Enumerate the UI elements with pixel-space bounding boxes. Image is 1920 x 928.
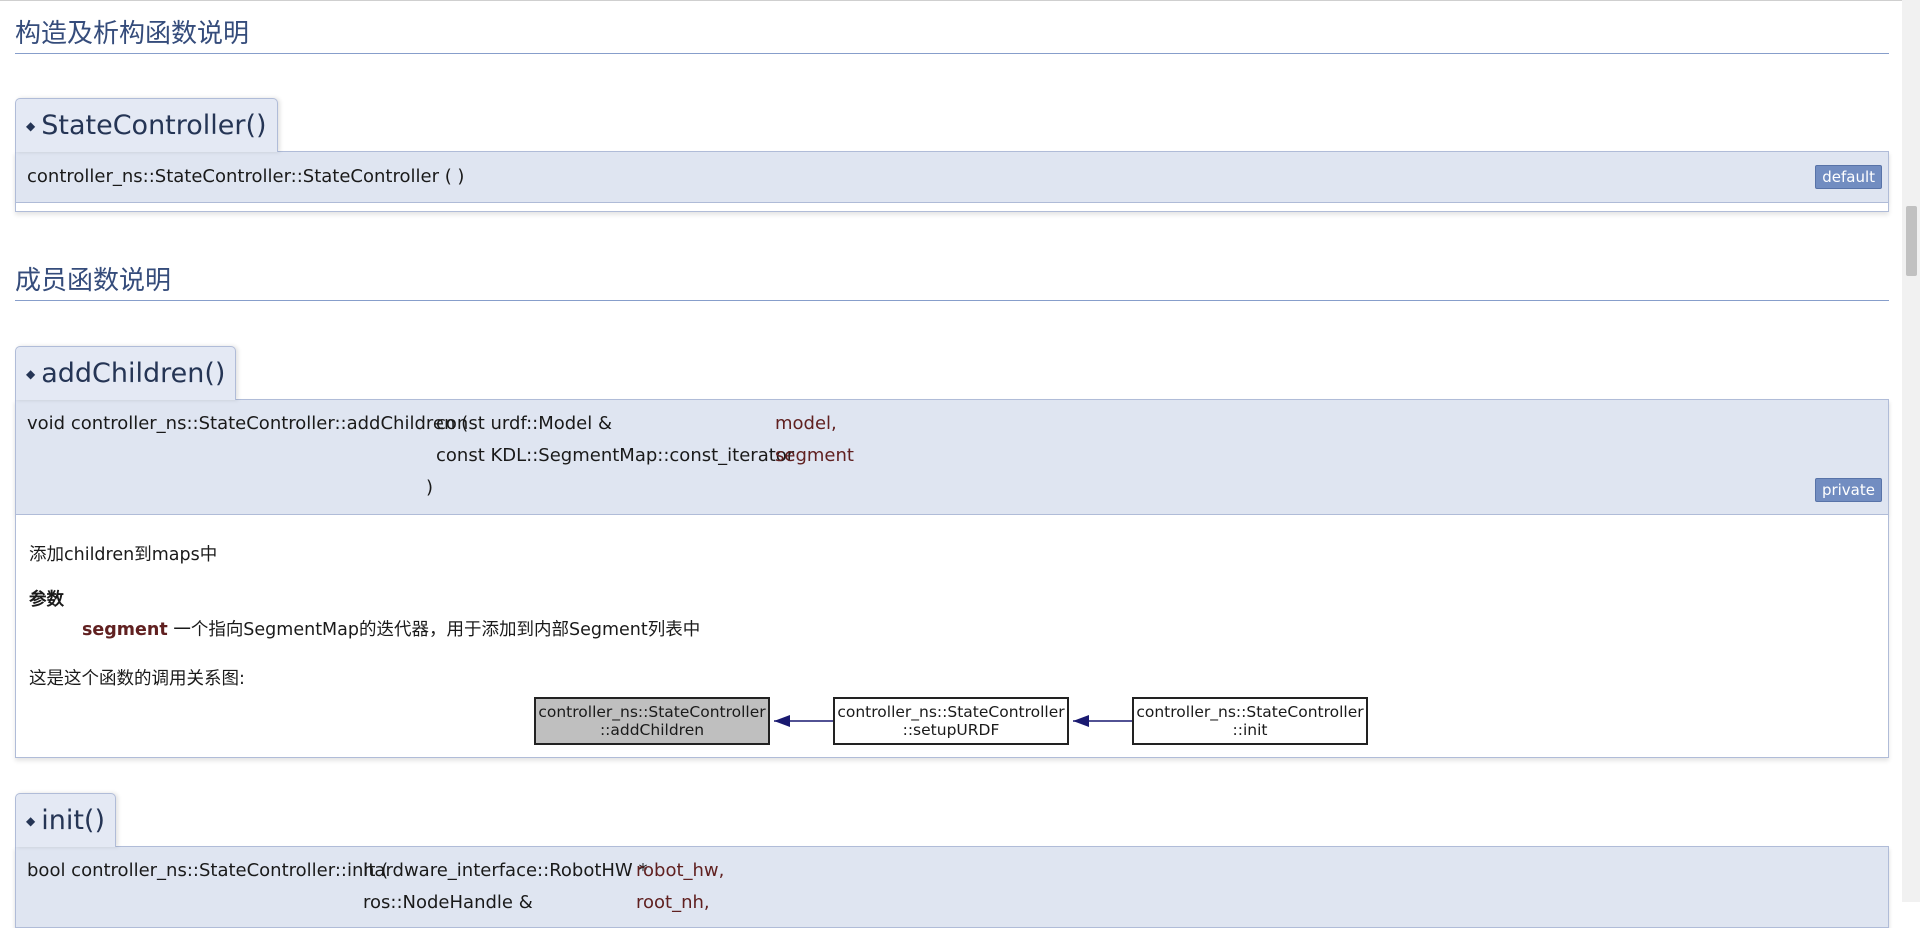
badge-private: private <box>1814 478 1882 502</box>
arg2-name: segment <box>775 445 854 466</box>
bullet-icon: ◆ <box>26 814 36 828</box>
bullet-icon: ◆ <box>26 367 36 381</box>
tab-init[interactable]: ◆ init() <box>15 793 117 847</box>
tab-label: addChildren() <box>41 358 226 389</box>
arg2-type: ros::NodeHandle & <box>363 892 539 913</box>
arrow-icon <box>1073 715 1089 727</box>
arg2-name: root_nh, <box>636 892 710 913</box>
proto-statecontroller: controller_ns::StateController::StateCon… <box>15 151 1889 203</box>
call-graph: controller_ns::StateController ::addChil… <box>534 695 1368 749</box>
doc-statecontroller <box>15 203 1889 212</box>
arg1-name: robot_hw, <box>636 860 725 881</box>
node-line: ::setupURDF <box>902 721 1000 739</box>
tab-label: init() <box>41 805 106 836</box>
doc-addchildren: 添加children到maps中 参数 segment 一个指向SegmentM… <box>15 515 1889 758</box>
node-line: controller_ns::StateController <box>1136 703 1364 721</box>
tab-label: StateController() <box>41 110 267 141</box>
node-line: ::init <box>1232 721 1268 739</box>
vertical-scrollbar[interactable] <box>1902 0 1920 902</box>
node-init[interactable]: controller_ns::StateController ::init <box>1132 697 1368 745</box>
params-title: 参数 <box>29 590 64 610</box>
brief-text: 添加children到maps中 <box>29 545 218 565</box>
node-addchildren[interactable]: controller_ns::StateController ::addChil… <box>534 697 770 745</box>
top-border <box>0 0 1902 1</box>
proto-addchildren: void controller_ns::StateController::add… <box>15 399 1889 515</box>
param-row: segment 一个指向SegmentMap的迭代器，用于添加到内部Segmen… <box>82 616 700 641</box>
proto-init: bool controller_ns::StateController::ini… <box>15 846 1889 928</box>
arg1-type: const urdf::Model & <box>436 413 618 434</box>
arg1-type: hardware_interface::RobotHW * <box>363 860 654 881</box>
tab-addchildren[interactable]: ◆ addChildren() <box>15 346 237 400</box>
node-line: ::addChildren <box>599 721 705 739</box>
arrow-icon <box>774 715 790 727</box>
proto-close: ) <box>426 477 434 498</box>
node-line: controller_ns::StateController <box>538 703 766 721</box>
callgraph-label: 这是这个函数的调用关系图: <box>29 669 245 689</box>
section-title-ctor: 构造及析构函数说明 <box>15 17 1889 54</box>
node-line: controller_ns::StateController <box>837 703 1065 721</box>
proto-head: void controller_ns::StateController::add… <box>27 413 474 434</box>
node-setupurdf[interactable]: controller_ns::StateController ::setupUR… <box>833 697 1069 745</box>
param-desc: 一个指向SegmentMap的迭代器，用于添加到内部Segment列表中 <box>167 620 701 640</box>
badge-default: default <box>1815 165 1882 189</box>
proto-head: bool controller_ns::StateController::ini… <box>27 860 394 881</box>
bullet-icon: ◆ <box>26 119 36 133</box>
param-name: segment <box>82 620 168 640</box>
section-title-member: 成员函数说明 <box>15 264 1889 301</box>
tab-statecontroller[interactable]: ◆ StateController() <box>15 98 278 152</box>
arg1-name: model, <box>775 413 837 434</box>
proto-text: controller_ns::StateController::StateCon… <box>27 166 465 187</box>
scrollbar-thumb[interactable] <box>1906 206 1917 276</box>
arg2-type: const KDL::SegmentMap::const_iterator <box>436 445 800 466</box>
